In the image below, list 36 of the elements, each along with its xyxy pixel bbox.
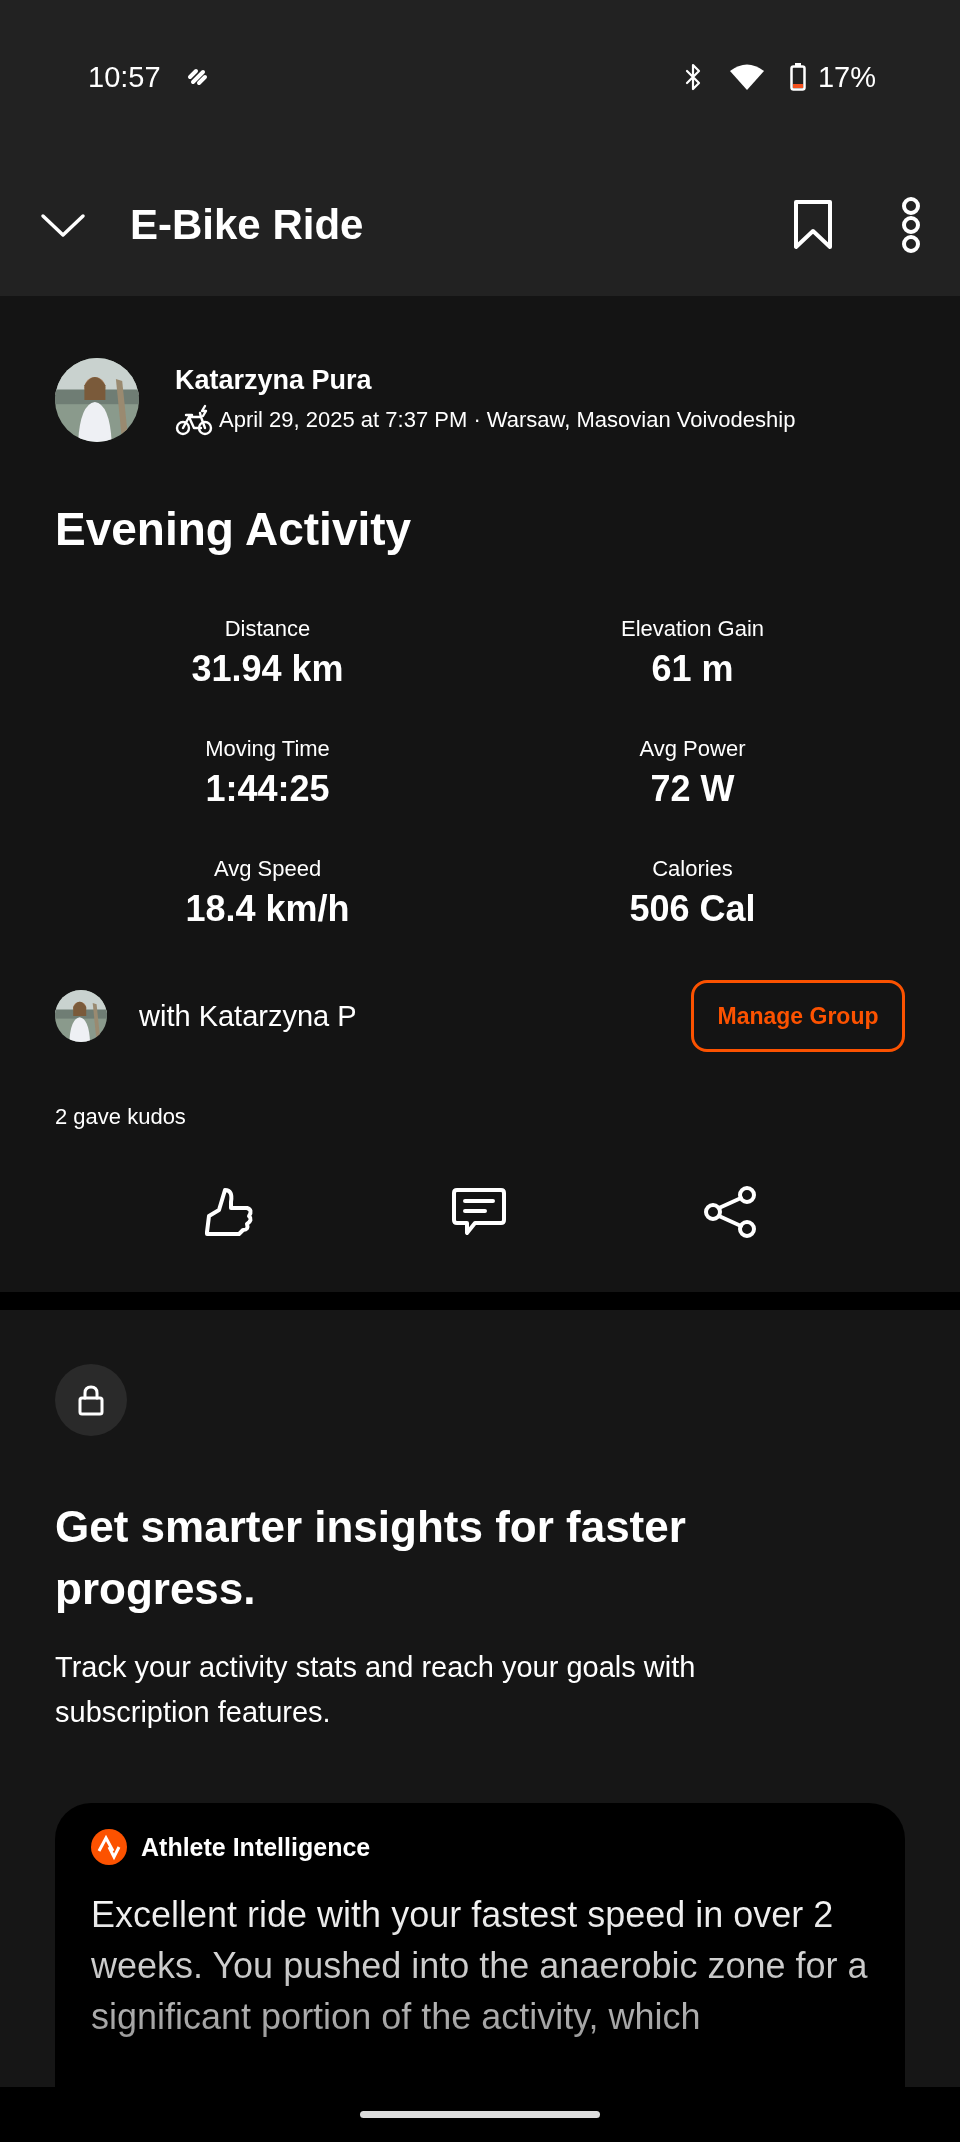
stat-value: 1:44:25 [205, 768, 330, 810]
more-button[interactable] [900, 197, 922, 253]
home-handle[interactable] [360, 2111, 600, 2118]
athlete-name[interactable]: Katarzyna Pura [175, 364, 796, 396]
status-time: 10:57 [88, 60, 161, 94]
kudos-button[interactable] [203, 1186, 255, 1238]
lock-icon [77, 1384, 105, 1416]
stat-label: Moving Time [205, 736, 330, 762]
upsell-text: Track your activity stats and reach your goals with subscription features. [55, 1650, 697, 1731]
kudos-count[interactable]: 2 gave kudos [55, 1104, 905, 1130]
e-bike-icon [175, 403, 213, 436]
manage-group-button[interactable]: Manage Group [691, 980, 905, 1052]
stat-value: 31.94 km [191, 648, 344, 690]
stat-value: 18.4 km/h [185, 888, 350, 930]
battery-icon [789, 63, 806, 91]
stat-value: 506 Cal [629, 888, 756, 930]
share-button[interactable] [703, 1186, 757, 1238]
stat-label: Avg Speed [213, 856, 322, 882]
stat-value: 72 W [650, 768, 735, 810]
stat-value: 61 m [651, 648, 734, 690]
stat-label: Elevation Gain [620, 616, 765, 642]
collapse-button[interactable] [40, 211, 86, 239]
page-title: E-Bike Ride [130, 201, 365, 249]
bookmark-button[interactable] [792, 199, 834, 251]
logo-icon [91, 1829, 127, 1866]
comment-button[interactable] [451, 1186, 507, 1238]
stat-label: Avg Power [639, 736, 746, 762]
stat-label: Distance [224, 616, 311, 642]
activity-title: Evening Activity [55, 502, 413, 556]
group-text: with Katarzyna P [139, 999, 358, 1033]
wifi-icon [729, 64, 764, 90]
stat-label: Calories [652, 856, 733, 882]
upsell-heading: Get smarter insights for faster progress. [55, 1501, 687, 1615]
card-title: Athlete Intelligence [141, 1832, 371, 1862]
battery-percent: 17% [817, 60, 876, 94]
activity-meta: April 29, 2025 at 7:37 PM · Warsaw, Masovian Voivodeship [219, 406, 796, 433]
